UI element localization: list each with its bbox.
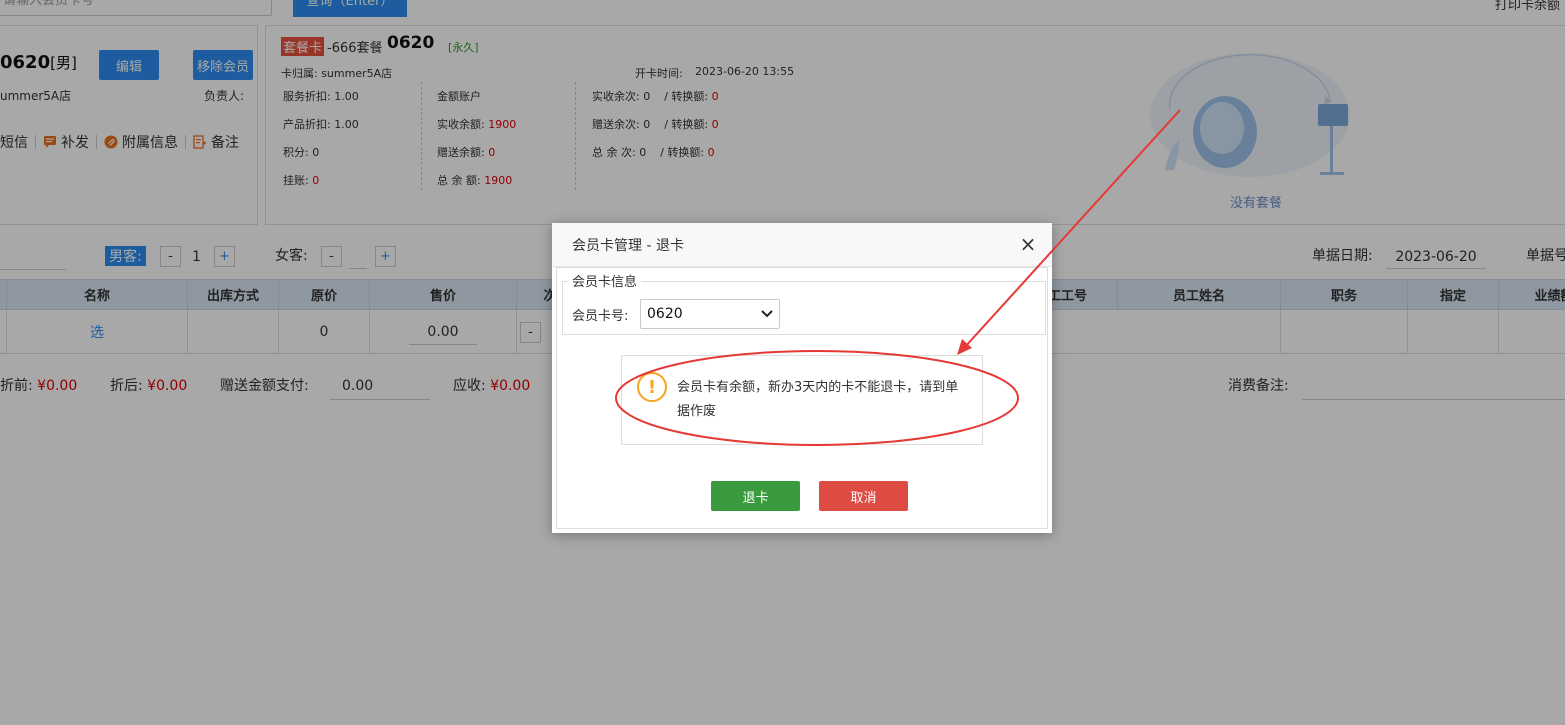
card-info-legend: 会员卡信息: [568, 271, 642, 290]
alert-message: 会员卡有余额，新办3天内的卡不能退卡，请到单据作废: [677, 380, 959, 419]
chevron-down-icon: [761, 310, 773, 318]
warning-icon: !: [637, 372, 667, 402]
close-icon[interactable]: ×: [1018, 233, 1038, 255]
card-number-selected: 0620: [647, 306, 683, 322]
refund-card-button[interactable]: 退卡: [711, 481, 800, 511]
cancel-button[interactable]: 取消: [819, 481, 908, 511]
card-number-select[interactable]: 0620: [640, 299, 780, 329]
card-number-label: 会员卡号:: [572, 309, 629, 324]
dialog-title: 会员卡管理 - 退卡: [572, 238, 684, 254]
